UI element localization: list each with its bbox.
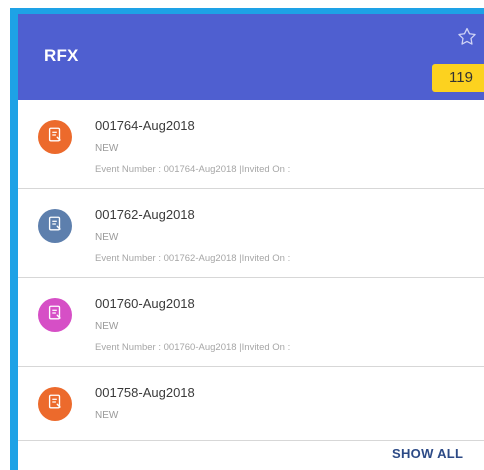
item-title: 001758-Aug2018	[95, 385, 195, 400]
rfx-list: 001764-Aug2018 NEW Event Number : 001764…	[18, 100, 484, 441]
list-item[interactable]: 001762-Aug2018 NEW Event Number : 001762…	[18, 189, 484, 278]
item-detail: Event Number : 001760-Aug2018 |Invited O…	[95, 342, 291, 353]
item-status: NEW	[95, 410, 119, 421]
item-title: 001762-Aug2018	[95, 207, 195, 222]
item-detail: Event Number : 001764-Aug2018 |Invited O…	[95, 164, 291, 175]
avatar	[38, 387, 72, 421]
document-icon	[46, 304, 64, 327]
item-status: NEW	[95, 143, 119, 154]
document-icon	[46, 126, 64, 149]
avatar	[38, 120, 72, 154]
widget-footer: SHOW ALL	[18, 446, 484, 470]
item-title: 001764-Aug2018	[95, 118, 195, 133]
item-title: 001760-Aug2018	[95, 296, 195, 311]
document-icon	[46, 215, 64, 238]
rfx-widget: RFX 119 001764-Aug2018 NEW Event Number …	[18, 14, 484, 470]
avatar	[38, 209, 72, 243]
widget-header: RFX 119	[18, 14, 484, 100]
widget-title: RFX	[44, 46, 79, 65]
list-item[interactable]: 001760-Aug2018 NEW Event Number : 001760…	[18, 278, 484, 367]
item-status: NEW	[95, 321, 119, 332]
list-item[interactable]: 001758-Aug2018 NEW	[18, 367, 484, 441]
document-icon	[46, 393, 64, 416]
avatar	[38, 298, 72, 332]
item-status: NEW	[95, 232, 119, 243]
list-item[interactable]: 001764-Aug2018 NEW Event Number : 001764…	[18, 100, 484, 189]
show-all-link[interactable]: SHOW ALL	[392, 446, 463, 461]
count-badge: 119	[432, 64, 484, 92]
star-icon[interactable]	[456, 26, 478, 48]
item-detail: Event Number : 001762-Aug2018 |Invited O…	[95, 253, 291, 264]
